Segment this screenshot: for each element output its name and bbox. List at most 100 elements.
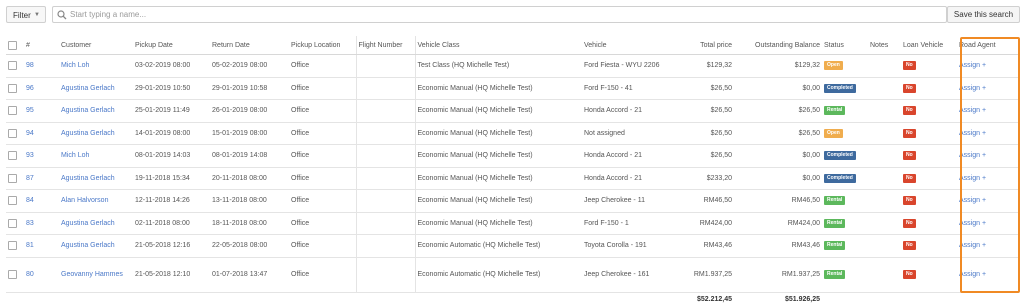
loan-badge: No <box>903 128 916 138</box>
assign-agent-link[interactable]: Assign + <box>957 212 1018 235</box>
pickup-date: 19-11-2018 15:34 <box>133 167 210 190</box>
row-checkbox[interactable] <box>6 77 24 100</box>
status-cell: Rental <box>822 99 868 123</box>
col-road-agent[interactable]: Road Agent <box>957 36 1018 55</box>
pickup-date: 02-11-2018 08:00 <box>133 212 210 235</box>
reservation-id-link[interactable]: 95 <box>24 99 59 123</box>
total-price: $26,50 <box>685 122 734 145</box>
customer-link[interactable]: Agustina Gerlach <box>59 77 133 100</box>
row-checkbox[interactable] <box>6 234 24 258</box>
reservation-id-link[interactable]: 93 <box>24 144 59 168</box>
reservation-id-link[interactable]: 96 <box>24 77 59 100</box>
row-checkbox[interactable] <box>6 99 24 123</box>
table-row[interactable]: 93 Mich Loh 08-01-2019 14:03 08-01-2019 … <box>6 144 1018 168</box>
customer-link[interactable]: Mich Loh <box>59 144 133 168</box>
customer-link[interactable]: Agustina Gerlach <box>59 167 133 190</box>
pickup-location: Office <box>289 257 356 293</box>
pickup-date: 21-05-2018 12:10 <box>133 257 210 293</box>
row-checkbox[interactable] <box>6 189 24 213</box>
assign-agent-link[interactable]: Assign + <box>957 234 1018 258</box>
table-row[interactable]: 81 Agustina Gerlach 21-05-2018 12:16 22-… <box>6 234 1018 258</box>
table-row[interactable]: 98 Mich Loh 03-02-2019 08:00 05-02-2019 … <box>6 54 1018 78</box>
table-row[interactable]: 80 Geovanny Hammes 21-05-2018 12:10 01-0… <box>6 257 1018 293</box>
table-row[interactable]: 83 Agustina Gerlach 02-11-2018 08:00 18-… <box>6 212 1018 235</box>
total-price: $233,20 <box>685 167 734 190</box>
col-outstanding-balance[interactable]: Outstanding Balance <box>734 36 822 55</box>
select-all-checkbox[interactable] <box>6 36 24 55</box>
assign-agent-link[interactable]: Assign + <box>957 257 1018 293</box>
status-cell: Rental <box>822 189 868 213</box>
customer-link[interactable]: Alan Halvorson <box>59 189 133 213</box>
table-row[interactable]: 87 Agustina Gerlach 19-11-2018 15:34 20-… <box>6 167 1018 190</box>
outstanding-balance: $0,00 <box>734 77 822 100</box>
table-row[interactable]: 96 Agustina Gerlach 29-01-2019 10:50 29-… <box>6 77 1018 100</box>
col-status[interactable]: Status <box>822 36 868 55</box>
customer-link[interactable]: Agustina Gerlach <box>59 122 133 145</box>
col-pickup-date[interactable]: Pickup Date <box>133 36 210 55</box>
assign-agent-link[interactable]: Assign + <box>957 99 1018 123</box>
row-checkbox[interactable] <box>6 257 24 293</box>
table-row[interactable]: 94 Agustina Gerlach 14-01-2019 08:00 15-… <box>6 122 1018 145</box>
save-search-button[interactable]: Save this search <box>947 6 1020 23</box>
vehicle-class: Economic Manual (HQ Michelle Test) <box>414 189 582 213</box>
notes <box>868 212 901 235</box>
row-checkbox[interactable] <box>6 212 24 235</box>
reservation-id-link[interactable]: 87 <box>24 167 59 190</box>
customer-link[interactable]: Agustina Gerlach <box>59 234 133 258</box>
col-pickup-location[interactable]: Pickup Location <box>289 36 356 55</box>
status-badge: Completed <box>824 83 856 93</box>
col-total-price[interactable]: Total price <box>685 36 734 55</box>
loan-badge: No <box>903 218 916 228</box>
assign-agent-link[interactable]: Assign + <box>957 54 1018 78</box>
filter-dropdown[interactable]: Filter ▼ <box>6 6 46 23</box>
reservation-id-link[interactable]: 94 <box>24 122 59 145</box>
assign-agent-link[interactable]: Assign + <box>957 144 1018 168</box>
col-vehicle-class[interactable]: Vehicle Class <box>414 36 582 55</box>
loan-vehicle-cell: No <box>901 77 957 100</box>
col-return-date[interactable]: Return Date <box>210 36 289 55</box>
vehicle-class: Economic Automatic (HQ Michelle Test) <box>414 234 582 258</box>
reservation-id-link[interactable]: 83 <box>24 212 59 235</box>
row-checkbox[interactable] <box>6 54 24 78</box>
assign-agent-link[interactable]: Assign + <box>957 122 1018 145</box>
reservation-id-link[interactable]: 80 <box>24 257 59 293</box>
customer-link[interactable]: Mich Loh <box>59 54 133 78</box>
row-checkbox[interactable] <box>6 167 24 190</box>
flight-number <box>355 234 415 258</box>
search-input[interactable]: Start typing a name... <box>52 6 947 23</box>
col-flight-number[interactable]: Flight Number <box>355 36 415 55</box>
customer-link[interactable]: Geovanny Hammes <box>59 257 133 293</box>
return-date: 15-01-2019 08:00 <box>210 122 289 145</box>
customer-link[interactable]: Agustina Gerlach <box>59 99 133 123</box>
table-row[interactable]: 95 Agustina Gerlach 25-01-2019 11:49 26-… <box>6 99 1018 123</box>
assign-agent-link[interactable]: Assign + <box>957 77 1018 100</box>
pickup-location: Office <box>289 54 356 78</box>
vehicle: Jeep Cherokee - 161 <box>582 257 685 293</box>
assign-agent-link[interactable]: Assign + <box>957 189 1018 213</box>
reservation-id-link[interactable]: 81 <box>24 234 59 258</box>
reservation-id-link[interactable]: 98 <box>24 54 59 78</box>
pickup-location: Office <box>289 189 356 213</box>
outstanding-balance: RM43,46 <box>734 234 822 258</box>
vehicle: Jeep Cherokee - 11 <box>582 189 685 213</box>
notes <box>868 234 901 258</box>
col-vehicle[interactable]: Vehicle <box>582 36 685 55</box>
flight-number <box>355 189 415 213</box>
col-customer[interactable]: Customer <box>59 36 133 55</box>
flight-number <box>355 54 415 78</box>
row-checkbox[interactable] <box>6 122 24 145</box>
total-price: RM1.937,25 <box>685 257 734 293</box>
total-price: $26,50 <box>685 77 734 100</box>
vehicle: Honda Accord - 21 <box>582 167 685 190</box>
row-checkbox[interactable] <box>6 144 24 168</box>
col-notes[interactable]: Notes <box>868 36 901 55</box>
customer-link[interactable]: Agustina Gerlach <box>59 212 133 235</box>
col-loan-vehicle[interactable]: Loan Vehicle <box>901 36 957 55</box>
col-id[interactable]: # <box>24 36 59 55</box>
loan-badge: No <box>903 83 916 93</box>
table-row[interactable]: 84 Alan Halvorson 12-11-2018 14:26 13-11… <box>6 189 1018 213</box>
reservation-id-link[interactable]: 84 <box>24 189 59 213</box>
outstanding-balance: RM1.937,25 <box>734 257 822 293</box>
assign-agent-link[interactable]: Assign + <box>957 167 1018 190</box>
pickup-date: 03-02-2019 08:00 <box>133 54 210 78</box>
